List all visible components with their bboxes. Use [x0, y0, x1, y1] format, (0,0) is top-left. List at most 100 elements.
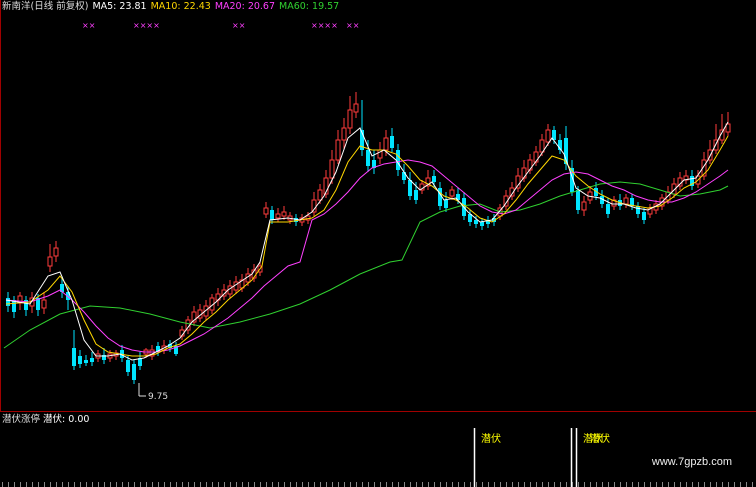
signal-marker: ××	[82, 21, 95, 30]
candle-body	[311, 199, 317, 213]
candlestick	[444, 192, 448, 212]
candle-body	[636, 206, 640, 214]
stock-title: 新南洋(日线 前复权)	[2, 1, 89, 12]
candle-body	[126, 360, 130, 372]
candlestick	[408, 172, 412, 200]
candlestick	[353, 92, 359, 118]
watermark: www.7gpzb.com	[651, 456, 732, 468]
candle-body	[353, 103, 359, 113]
ma-legend: 新南洋(日线 前复权) MA5: 23.81 MA10: 22.43 MA20: 20…	[2, 1, 343, 13]
candle-body	[6, 298, 10, 306]
price-chart-panel[interactable]: ×× ×××× ×× ×××× ×× 9.75 新南洋(日线 前复权) MA5: …	[0, 0, 756, 412]
candlestick	[335, 130, 341, 164]
candlestick	[72, 330, 76, 370]
ma20-line	[5, 159, 729, 353]
candle-body	[53, 247, 59, 257]
candle-body	[623, 197, 629, 205]
candlestick	[611, 196, 617, 210]
low-price-annotation: 9.75	[138, 383, 168, 402]
candlestick	[132, 360, 136, 384]
indicator-name: 潜伏涨停	[2, 414, 41, 425]
candle-body	[366, 150, 370, 166]
candle-body	[347, 109, 353, 129]
candlestick	[90, 352, 94, 366]
candle-body	[90, 358, 94, 362]
candlestick	[53, 241, 59, 262]
candle-body	[408, 180, 412, 196]
candle-body	[263, 207, 269, 215]
candle-body	[576, 190, 580, 210]
candle-body	[41, 299, 47, 309]
indicator-legend: 潜伏涨停 潜伏: 0.00	[2, 414, 89, 426]
signal-label: 潜伏	[590, 432, 610, 445]
candle-body	[606, 204, 610, 214]
candlestick	[347, 96, 353, 134]
candlestick	[581, 196, 587, 216]
indicator-value: 潜伏: 0.00	[43, 414, 90, 425]
signal-marker: ××	[232, 21, 245, 30]
candlestick	[78, 350, 82, 368]
candle-body	[335, 139, 341, 161]
candlestick	[647, 204, 653, 218]
signal-label: 潜伏	[481, 432, 501, 445]
candle-body	[72, 348, 76, 366]
candle-body	[515, 175, 521, 189]
signal-marker: ××	[346, 21, 359, 30]
candlestick	[623, 194, 629, 208]
candle-body	[581, 201, 587, 211]
candle-body	[270, 210, 274, 220]
candlestick	[41, 292, 47, 314]
candle-body	[317, 189, 323, 201]
price-chart-canvas[interactable]: ×× ×××× ×× ×××× ×× 9.75	[0, 0, 756, 412]
signal-marker: ××××	[311, 21, 338, 30]
candlestick	[486, 216, 490, 228]
x-axis-ticks	[2, 482, 753, 487]
candlestick	[707, 140, 713, 164]
candlestick	[263, 202, 269, 218]
candle-body	[78, 356, 82, 364]
candle-body	[329, 159, 335, 179]
candle-body	[281, 211, 287, 217]
candle-body	[47, 256, 53, 267]
indicator-panel[interactable]: 潜伏 潜伏 潜伏	[0, 412, 756, 487]
low-price-label: 9.75	[148, 392, 168, 402]
candlestick	[683, 170, 689, 184]
candle-body	[275, 213, 281, 219]
candlestick	[515, 168, 521, 192]
candlestick	[270, 206, 274, 224]
signal-marker: ××××	[133, 21, 160, 30]
candle-body	[545, 129, 551, 143]
ma5-label: MA5: 23.81	[92, 1, 147, 12]
candlestick	[84, 355, 88, 366]
candle-body	[390, 136, 394, 148]
candlestick	[47, 244, 53, 272]
candlestick	[191, 306, 197, 326]
candle-body	[383, 137, 389, 151]
candle-body	[414, 190, 418, 200]
signal-marker-row: ×× ×××× ×× ×××× ××	[82, 21, 359, 30]
ma10-label: MA10: 22.43	[150, 1, 211, 12]
candlestick	[275, 208, 281, 222]
candlestick	[636, 202, 640, 218]
candlestick-series	[6, 92, 731, 384]
candlestick	[713, 124, 719, 154]
candle-body	[432, 176, 436, 182]
candlestick	[677, 172, 683, 190]
candle-body	[474, 220, 478, 224]
indicator-canvas[interactable]: 潜伏 潜伏 潜伏	[0, 412, 756, 487]
candlestick	[480, 218, 484, 230]
candlestick	[719, 114, 725, 144]
ma20-label: MA20: 20.67	[214, 1, 276, 12]
candle-body	[480, 222, 484, 226]
candlestick	[425, 170, 431, 190]
candlestick	[215, 288, 221, 306]
ma10-line	[5, 135, 729, 357]
candle-body	[449, 189, 455, 197]
candlestick	[390, 128, 394, 152]
candlestick	[311, 192, 317, 216]
candlestick	[197, 304, 203, 322]
candle-body	[341, 127, 347, 141]
candlestick	[6, 292, 10, 312]
candle-body	[642, 212, 646, 220]
candlestick	[642, 208, 646, 224]
